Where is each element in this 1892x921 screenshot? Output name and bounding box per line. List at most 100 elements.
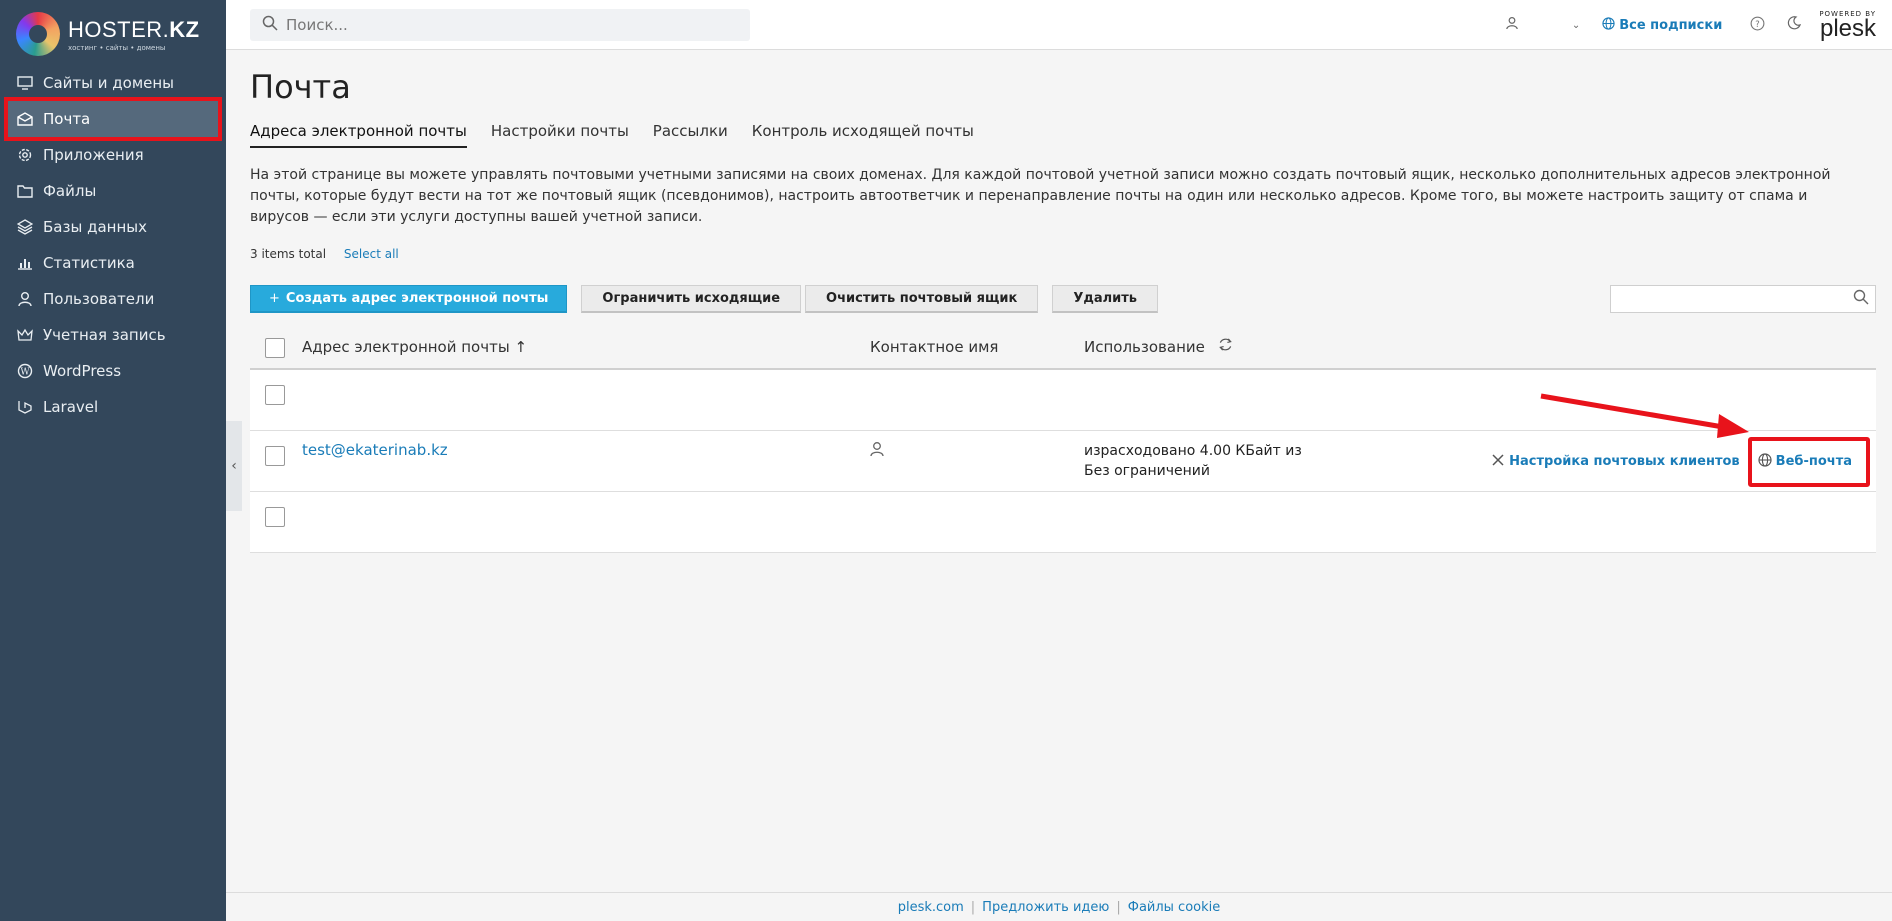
sidebar-nav: Сайты и домены Почта Приложения Файлы Ба… — [0, 65, 226, 425]
logo-text: HOSTER.KZ хостинг • сайты • домены — [68, 17, 200, 52]
wordpress-icon: W — [16, 362, 34, 380]
webmail-label: Веб-почта — [1775, 454, 1852, 469]
sidebar-item-laravel[interactable]: Laravel — [0, 389, 226, 425]
bar-chart-icon — [16, 254, 34, 272]
contact-user-icon — [870, 441, 884, 461]
sidebar-item-files[interactable]: Файлы — [0, 173, 226, 209]
items-total: 3 items total — [250, 247, 327, 261]
footer: plesk.com | Предложить идею | Файлы cook… — [226, 892, 1892, 921]
header-actions: ⌄ Все подписки ? POWERED BY plesk — [1506, 0, 1876, 50]
tab-email-addresses[interactable]: Адреса электронной почты — [250, 122, 467, 148]
select-all-checkbox[interactable] — [265, 338, 285, 358]
table-row — [250, 492, 1876, 553]
usage-limit: Без ограничений — [1084, 463, 1210, 479]
row-checkbox[interactable] — [265, 446, 285, 466]
row-checkbox[interactable] — [265, 507, 285, 527]
sidebar-item-label: Сайты и домены — [43, 74, 175, 92]
search-input[interactable]: Поиск... — [250, 9, 750, 41]
clear-mailbox-button[interactable]: Очистить почтовый ящик — [805, 285, 1039, 313]
footer-separator: | — [970, 899, 976, 915]
chevron-down-icon[interactable]: ⌄ — [1572, 20, 1580, 31]
usage-cell: израсходовано 4.00 КБайт из Без ограниче… — [1084, 441, 1302, 481]
plesk-text: plesk — [1819, 15, 1876, 42]
footer-plesk-link[interactable]: plesk.com — [898, 900, 964, 915]
gear-icon — [16, 146, 34, 164]
globe-icon — [1758, 452, 1772, 471]
header-contact: Контактное имя — [870, 338, 999, 356]
mail-clients-settings-label: Настройка почтовых клиентов — [1509, 454, 1740, 469]
sidebar-item-mail[interactable]: Почта — [4, 97, 222, 141]
tab-mail-settings[interactable]: Настройки почты — [491, 122, 629, 148]
header-usage-label: Использование — [1084, 337, 1205, 356]
search-icon — [262, 15, 278, 35]
sidebar-item-label: Учетная запись — [43, 326, 166, 344]
laravel-icon — [16, 398, 34, 416]
monitor-icon — [16, 74, 34, 92]
page-title: Почта — [250, 68, 351, 106]
user-icon — [16, 290, 34, 308]
crown-icon — [16, 326, 34, 344]
sidebar-item-label: Приложения — [43, 146, 144, 164]
create-email-button[interactable]: + Создать адрес электронной почты — [250, 285, 568, 313]
folder-icon — [16, 182, 34, 200]
user-icon[interactable] — [1506, 16, 1518, 34]
webmail-link[interactable]: Веб-почта — [1758, 452, 1852, 471]
limit-outgoing-button[interactable]: Ограничить исходящие — [581, 285, 802, 313]
usage-text: израсходовано 4.00 КБайт из — [1084, 443, 1302, 459]
svg-text:W: W — [20, 368, 30, 378]
sidebar-item-wordpress[interactable]: W WordPress — [0, 353, 226, 389]
tab-outgoing-control[interactable]: Контроль исходящей почты — [752, 122, 974, 148]
sidebar-item-databases[interactable]: Базы данных — [0, 209, 226, 245]
plus-icon: + — [269, 291, 280, 306]
sidebar-item-label: Laravel — [43, 398, 99, 416]
sidebar-item-sites[interactable]: Сайты и домены — [0, 65, 226, 101]
tab-mailing-lists[interactable]: Рассылки — [653, 122, 728, 148]
search-placeholder: Поиск... — [286, 16, 348, 34]
annotation-arrow — [1540, 393, 1749, 438]
sidebar-item-applications[interactable]: Приложения — [0, 137, 226, 173]
email-link[interactable]: test@ekaterinab.kz — [302, 441, 448, 459]
brand-logo[interactable]: HOSTER.KZ хостинг • сайты • домены — [16, 12, 216, 56]
sidebar-item-statistics[interactable]: Статистика — [0, 245, 226, 281]
table-header: Адрес электронной почты ↑ Контактное имя… — [250, 326, 1876, 370]
header-email[interactable]: Адрес электронной почты ↑ — [302, 338, 527, 356]
footer-suggest-idea-link[interactable]: Предложить идею — [982, 900, 1109, 915]
sidebar-item-users[interactable]: Пользователи — [0, 281, 226, 317]
all-subscriptions-link[interactable]: Все подписки — [1619, 18, 1722, 33]
logo-mark-icon — [16, 12, 60, 56]
sidebar-item-label: Почта — [43, 110, 91, 128]
footer-cookies-link[interactable]: Файлы cookie — [1128, 900, 1221, 915]
webmail-highlight: Веб-почта — [1747, 436, 1870, 487]
chevron-left-icon: ‹ — [231, 458, 237, 474]
header-usage: Использование — [1084, 337, 1233, 358]
search-icon — [1853, 289, 1869, 309]
sidebar: HOSTER.KZ хостинг • сайты • домены Сайты… — [0, 0, 226, 921]
moon-icon[interactable] — [1787, 16, 1802, 34]
plesk-logo[interactable]: POWERED BY plesk — [1819, 10, 1876, 42]
brand-tagline: хостинг • сайты • домены — [68, 43, 166, 52]
sidebar-item-label: Базы данных — [43, 218, 147, 236]
row-checkbox[interactable] — [265, 385, 285, 405]
sidebar-item-label: WordPress — [43, 362, 122, 380]
page-description: На этой странице вы можете управлять поч… — [250, 167, 1831, 225]
layers-icon — [16, 218, 34, 236]
sidebar-collapse-button[interactable]: ‹ — [226, 421, 242, 511]
items-count: 3 items total Select all — [250, 247, 399, 261]
sidebar-item-label: Файлы — [43, 182, 97, 200]
sidebar-item-label: Статистика — [43, 254, 135, 272]
table-search-input[interactable] — [1610, 285, 1876, 313]
brand-name: HOSTER.KZ — [68, 16, 200, 42]
refresh-icon[interactable] — [1218, 338, 1233, 356]
sidebar-item-label: Пользователи — [43, 290, 155, 308]
globe-icon — [1602, 16, 1615, 34]
sidebar-item-account[interactable]: Учетная запись — [0, 317, 226, 353]
create-email-label: Создать адрес электронной почты — [285, 291, 549, 306]
help-icon[interactable]: ? — [1750, 16, 1765, 35]
mail-clients-settings-link[interactable]: Настройка почтовых клиентов — [1491, 453, 1740, 471]
tabs: Адреса электронной почты Настройки почты… — [250, 122, 998, 148]
select-all-link[interactable]: Select all — [344, 247, 399, 261]
top-header: Поиск... ⌄ Все подписки ? POWERED BY ple… — [226, 0, 1892, 50]
footer-separator: | — [1116, 899, 1121, 915]
tools-icon — [1491, 453, 1505, 471]
delete-button[interactable]: Удалить — [1052, 285, 1159, 313]
